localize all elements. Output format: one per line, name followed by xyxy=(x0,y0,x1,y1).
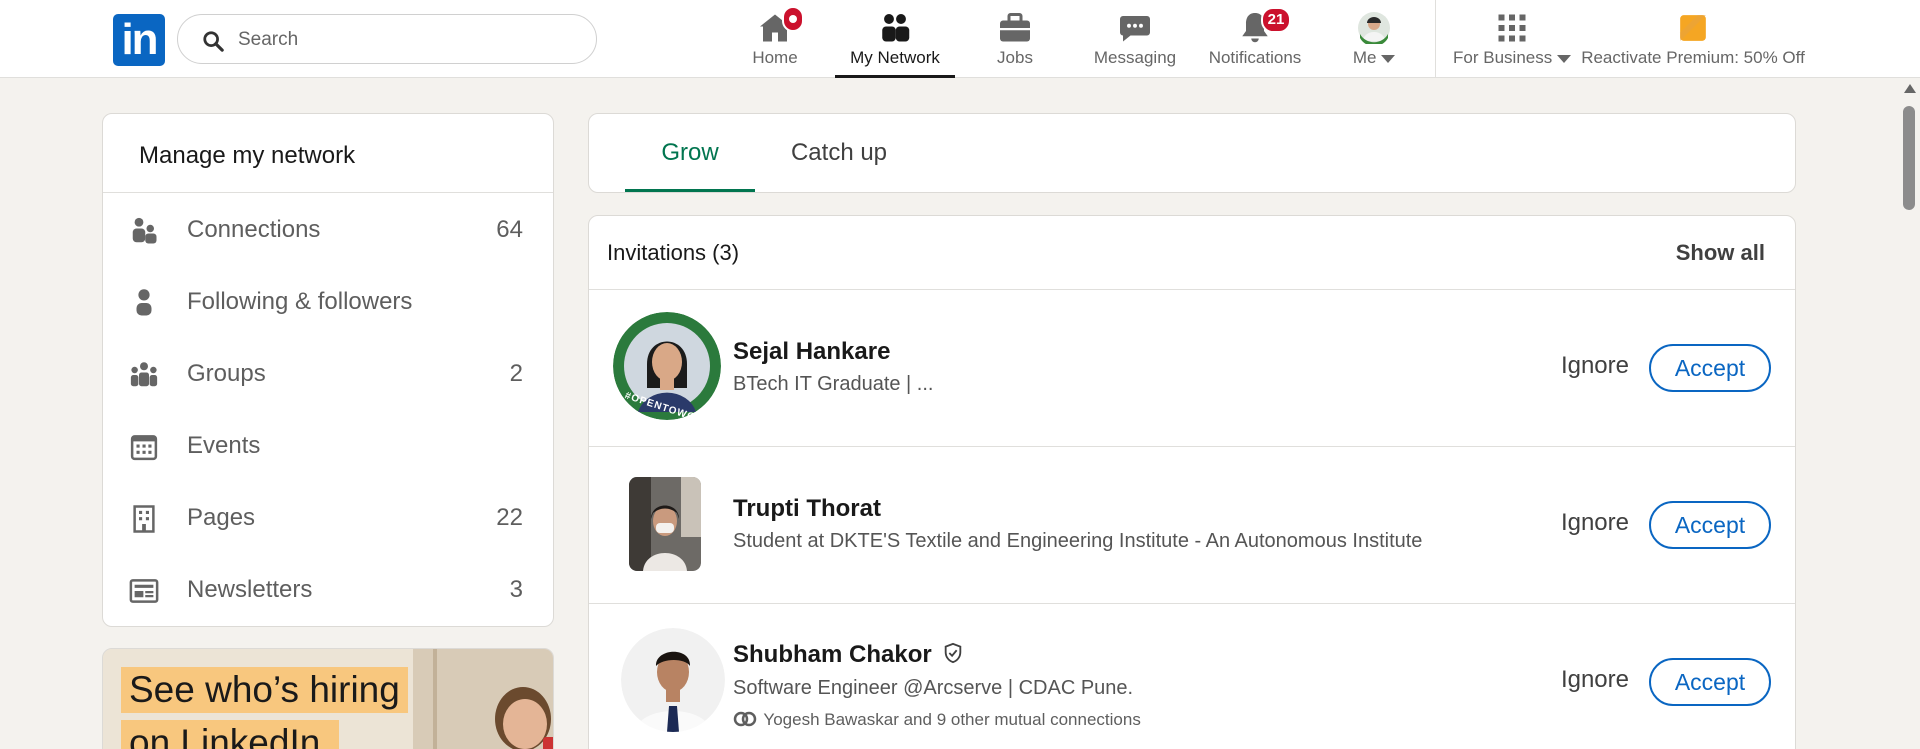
nav-reactivate-premium[interactable]: Reactivate Premium: 50% Off xyxy=(1578,0,1808,78)
sidebar-item-label: Groups xyxy=(187,360,266,387)
manage-network-card: Manage my network Connections 64 Followi… xyxy=(102,113,554,627)
nav-my-network[interactable]: My Network xyxy=(835,0,955,78)
sidebar-item-pages[interactable]: Pages 22 xyxy=(103,482,553,554)
invitations-card: Invitations (3) Show all #OPENTOWORK Sej… xyxy=(588,215,1796,749)
invitation-name[interactable]: Trupti Thorat xyxy=(733,495,881,523)
nav-notifications-label: Notifications xyxy=(1208,48,1302,67)
person-icon xyxy=(136,289,152,316)
invitation-headline: Student at DKTE'S Textile and Engineerin… xyxy=(733,530,1423,552)
sidebar-item-label: Connections xyxy=(187,216,321,243)
messaging-icon xyxy=(1120,16,1150,42)
linkedin-logo[interactable]: in xyxy=(113,14,165,66)
hiring-promo-banner[interactable]: See who’s hiring on LinkedIn. xyxy=(102,648,554,749)
calendar-icon xyxy=(130,435,158,461)
nav-home[interactable]: Home xyxy=(742,0,808,78)
sidebar-item-label: Events xyxy=(187,432,261,459)
sidebar-item-groups[interactable]: Groups 2 xyxy=(103,338,553,410)
nav-for-business[interactable]: For Business xyxy=(1452,0,1572,78)
profile-photo[interactable] xyxy=(621,628,725,732)
nav-premium-label: Reactivate Premium: 50% Off xyxy=(1581,48,1805,67)
accept-button[interactable]: Accept xyxy=(1649,501,1771,549)
profile-avatar xyxy=(1358,12,1390,44)
grid-apps-icon xyxy=(1498,14,1526,42)
scroll-up-arrow[interactable] xyxy=(1904,84,1916,93)
sidebar-item-connections[interactable]: Connections 64 xyxy=(103,194,553,266)
search-box[interactable] xyxy=(177,14,597,64)
network-tabs-card: Grow Catch up xyxy=(588,113,1796,193)
chevron-down-icon xyxy=(1556,54,1571,63)
sidebar-item-label: Following & followers xyxy=(187,288,413,315)
newspaper-icon xyxy=(129,579,159,603)
search-icon xyxy=(203,31,224,52)
invitation-name[interactable]: Shubham Chakor xyxy=(733,641,964,669)
invitation-row: #OPENTOWORK Sejal Hankare BTech IT Gradu… xyxy=(589,290,1795,446)
group-icon xyxy=(130,362,158,387)
promo-person-face xyxy=(503,699,547,749)
invitation-row: Trupti Thorat Student at DKTE'S Textile … xyxy=(589,447,1795,603)
invitation-headline: Software Engineer @Arcserve | CDAC Pune. xyxy=(733,677,1134,699)
sidebar-item-events[interactable]: Events xyxy=(103,410,553,482)
nav-home-label: Home xyxy=(752,48,798,67)
nav-messaging[interactable]: Messaging xyxy=(1090,0,1180,78)
sidebar-item-following-followers[interactable]: Following & followers xyxy=(103,266,553,338)
manage-network-title: Manage my network xyxy=(139,142,356,169)
verified-shield-icon xyxy=(945,642,962,664)
invitations-header: Invitations (3) xyxy=(607,240,740,265)
search-input[interactable] xyxy=(238,25,578,55)
top-navigation-bar: in Home My Network Jobs Messaging 21 Not… xyxy=(0,0,1920,78)
ignore-button[interactable]: Ignore xyxy=(1561,666,1629,694)
nav-jobs[interactable]: Jobs xyxy=(980,0,1050,78)
sidebar-item-label: Newsletters xyxy=(187,576,313,603)
invitation-row: Shubham Chakor Software Engineer @Arcser… xyxy=(589,604,1795,749)
ignore-button[interactable]: Ignore xyxy=(1561,509,1629,537)
notifications-badge: 21 xyxy=(1261,7,1291,33)
people-icon xyxy=(132,217,157,244)
show-all-link[interactable]: Show all xyxy=(1676,240,1765,266)
ignore-button[interactable]: Ignore xyxy=(1561,352,1629,380)
sidebar-item-newsletters[interactable]: Newsletters 3 xyxy=(103,554,553,626)
promo-phone-image xyxy=(543,737,553,749)
sidebar-item-count: 64 xyxy=(496,216,523,243)
mutual-connections-icon xyxy=(733,711,757,727)
tab-catch-up[interactable]: Catch up xyxy=(779,114,899,192)
tab-grow[interactable]: Grow xyxy=(625,114,755,192)
profile-photo[interactable] xyxy=(629,477,701,571)
promo-headline-line2: on LinkedIn. xyxy=(121,720,339,749)
invitation-headline: BTech IT Graduate | ... xyxy=(733,373,934,395)
sidebar-item-count: 2 xyxy=(509,360,523,387)
sidebar-item-count: 22 xyxy=(496,504,523,531)
divider xyxy=(103,192,553,193)
nav-jobs-label: Jobs xyxy=(997,48,1033,67)
mutual-connections: Yogesh Bawaskar and 9 other mutual conne… xyxy=(733,710,1141,730)
home-notification-dot xyxy=(782,6,804,32)
sidebar-item-label: Pages xyxy=(187,504,256,531)
my-network-icon xyxy=(882,14,910,42)
invitation-name[interactable]: Sejal Hankare xyxy=(733,338,890,366)
scroll-thumb[interactable] xyxy=(1903,106,1915,210)
page-scrollbar[interactable] xyxy=(1898,78,1920,749)
nav-for-business-label: For Business xyxy=(1452,48,1572,68)
nav-me-label: Me xyxy=(1346,48,1402,68)
chevron-down-icon xyxy=(1381,54,1396,63)
nav-me[interactable]: Me xyxy=(1346,0,1402,78)
premium-icon xyxy=(1680,15,1706,41)
nav-notifications[interactable]: 21 Notifications xyxy=(1200,0,1310,78)
building-icon xyxy=(133,505,155,533)
briefcase-icon xyxy=(1000,13,1030,42)
nav-divider xyxy=(1435,0,1436,78)
sidebar-item-count: 3 xyxy=(509,576,523,603)
nav-messaging-label: Messaging xyxy=(1093,48,1177,67)
promo-headline-line1: See who’s hiring xyxy=(121,667,408,713)
accept-button[interactable]: Accept xyxy=(1649,658,1771,706)
nav-my-network-label: My Network xyxy=(850,48,940,67)
accept-button[interactable]: Accept xyxy=(1649,344,1771,392)
